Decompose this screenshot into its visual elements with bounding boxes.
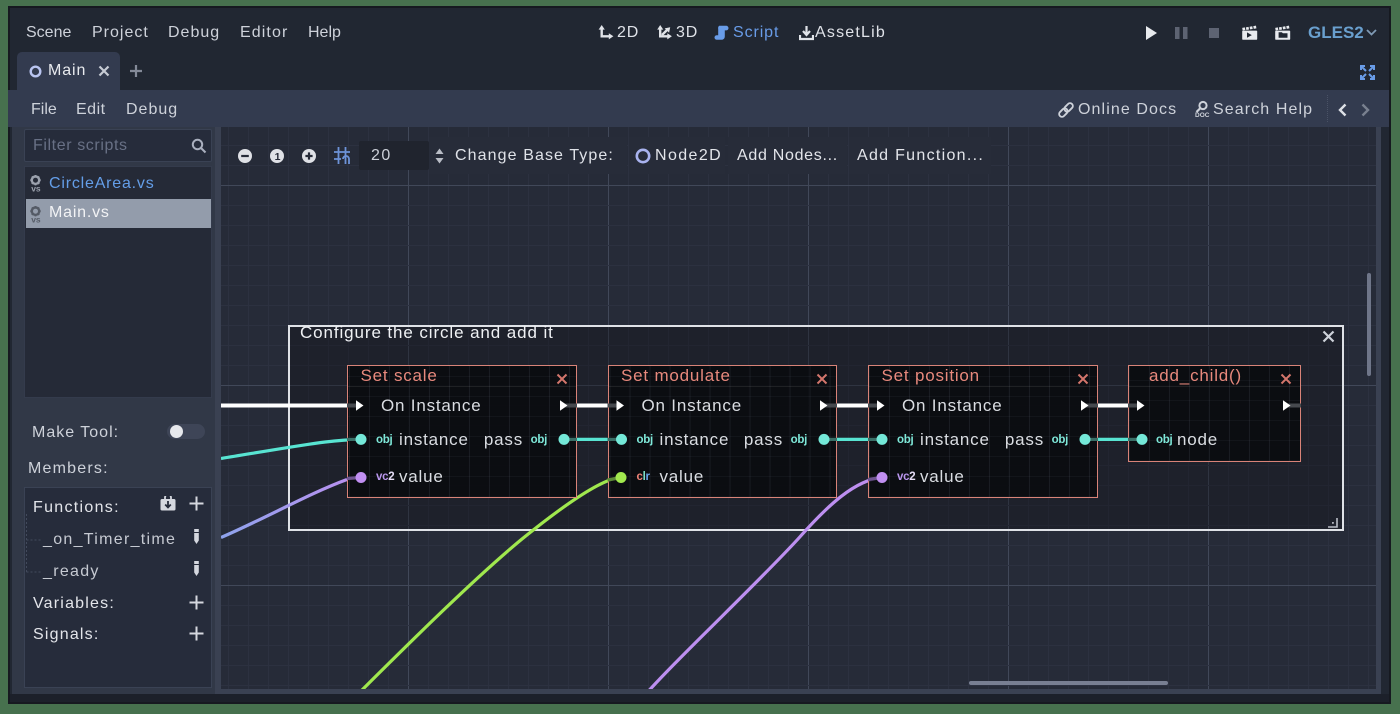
svg-text:vs: vs xyxy=(31,184,41,192)
svg-text:vs: vs xyxy=(31,215,41,223)
svg-text:DOC: DOC xyxy=(1195,112,1210,118)
svg-text:1: 1 xyxy=(275,151,281,163)
